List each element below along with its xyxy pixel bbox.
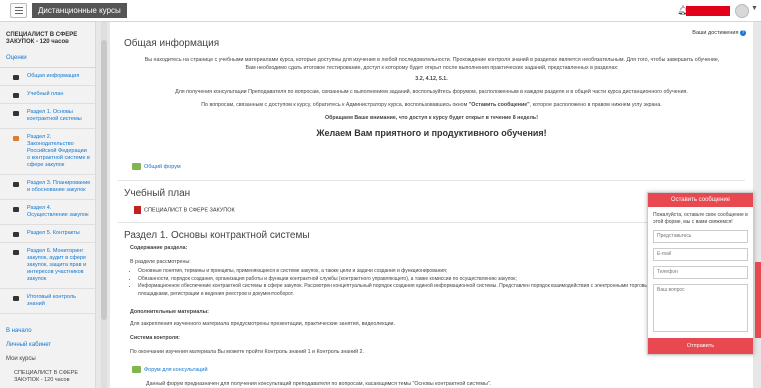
- chevron-down-icon[interactable]: ▼: [751, 5, 758, 12]
- folder-icon: [13, 250, 19, 255]
- sidebar-item-section6[interactable]: Раздел 6. Мониторинг закупок, аудит в сф…: [0, 243, 95, 289]
- site-name-link[interactable]: Дистанционные курсы: [32, 3, 127, 18]
- sections-reference: 3.2, 4.12, 5.1.: [415, 76, 448, 82]
- progress-info: Ваши достижения ?: [692, 30, 746, 36]
- plan-file-link[interactable]: СПЕЦИАЛИСТ В СФЕРЕ ЗАКУПОК: [134, 206, 235, 214]
- progress-label: Ваши достижения: [692, 30, 739, 36]
- user-name[interactable]: [686, 6, 730, 16]
- email-field[interactable]: E-mail: [653, 248, 748, 261]
- extra-materials-text: Для закрепления изученного материала пре…: [130, 321, 395, 327]
- send-button[interactable]: Отправить: [648, 338, 753, 354]
- sidebar-home-link[interactable]: В начало: [0, 324, 95, 338]
- wish-text: Желаем Вам приятного и продуктивного обу…: [316, 128, 547, 138]
- sidebar-item-final-test[interactable]: Итоговый контроль знаний: [0, 289, 95, 314]
- folder-icon: [13, 182, 19, 187]
- general-forum-link[interactable]: Общий форум: [132, 163, 181, 170]
- sidebar-item-label: Итоговый контроль знаний: [27, 294, 77, 307]
- sidebar-dashboard-link[interactable]: Личный кабинет: [0, 338, 95, 352]
- divider: [118, 180, 745, 181]
- folder-icon: [13, 207, 19, 212]
- feedback-side-tab[interactable]: [755, 262, 761, 338]
- forum-icon: [132, 163, 141, 170]
- sidebar-item-section1[interactable]: Раздел 1. Основы контрактной системы: [0, 104, 95, 129]
- folder-icon: [13, 93, 19, 98]
- folder-icon: [13, 111, 19, 116]
- folder-icon: [13, 232, 19, 237]
- avatar[interactable]: [735, 4, 749, 18]
- sidebar-item-label: Раздел 1. Основы контрактной системы: [27, 109, 82, 122]
- topics-list: Основные понятия, термины и принципы, пр…: [138, 268, 658, 298]
- control-label: Система контроля:: [130, 335, 180, 341]
- sidebar-course-title[interactable]: СПЕЦИАЛИСТ В СФЕРЕ ЗАКУПОК - 120 часов: [0, 22, 90, 46]
- sidebar-item-section3[interactable]: Раздел 3. Планирование и обоснование зак…: [0, 175, 95, 200]
- section-heading-plan: Учебный план: [124, 188, 191, 199]
- access-notice: Обращаем Ваше внимание, что доступ к кур…: [325, 115, 538, 121]
- section-heading-general: Общая информация: [124, 38, 220, 49]
- forum-icon: [132, 366, 141, 373]
- general-paragraph-1: Вы находитесь на странице с учебными мат…: [144, 57, 720, 71]
- phone-field[interactable]: Телефон: [653, 266, 748, 279]
- sidebar-item-label: Учебный план: [27, 91, 64, 97]
- general-paragraph-2: Для получения консультации Преподавателя…: [175, 89, 688, 95]
- sidebar-item-section2[interactable]: Раздел 2. Законодательство Российской Фе…: [0, 129, 95, 175]
- pdf-icon: [134, 206, 141, 214]
- widget-title[interactable]: Оставить сообщение: [648, 193, 753, 207]
- folder-icon: [13, 75, 19, 80]
- sidebar-item-section4[interactable]: Раздел 4. Осуществление закупок: [0, 200, 95, 225]
- sidebar-item-section5[interactable]: Раздел 5. Контракты: [0, 225, 95, 243]
- leave-message-widget: Оставить сообщение Пожалуйста, оставьте …: [647, 192, 754, 355]
- presentation-icon: [13, 136, 19, 141]
- course-nav-sidebar: СПЕЦИАЛИСТ В СФЕРЕ ЗАКУПОК - 120 часов О…: [0, 22, 96, 388]
- sidebar-scrollbar-thumb[interactable]: [101, 40, 107, 320]
- general-paragraph-3: По вопросам, связанным с доступом к курс…: [201, 102, 662, 108]
- list-item: Информационное обеспечение контрактной с…: [138, 283, 658, 298]
- sidebar-item-plan[interactable]: Учебный план: [0, 86, 95, 104]
- section-intro: В разделе рассмотрены:: [130, 259, 191, 265]
- sidebar-item-label: Раздел 4. Осуществление закупок: [27, 205, 89, 218]
- sidebar-item-label: Раздел 3. Планирование и обоснование зак…: [27, 180, 91, 193]
- menu-toggle-button[interactable]: [10, 3, 27, 18]
- sidebar-my-courses-link[interactable]: Мои курсы: [0, 352, 95, 366]
- folder-icon: [13, 296, 19, 301]
- section-heading-section1: Раздел 1. Основы контрактной системы: [124, 230, 310, 241]
- section1-forum-link[interactable]: Форум для консультаций: [132, 366, 208, 373]
- list-item: Основные понятия, термины и принципы, пр…: [138, 268, 658, 276]
- name-field[interactable]: Представьтесь: [653, 230, 748, 243]
- control-text: По окончании изучения материала Вы может…: [130, 349, 364, 355]
- sidebar-item-label: Раздел 2. Законодательство Российской Фе…: [27, 134, 90, 168]
- widget-intro: Пожалуйста, оставьте свое сообщение в эт…: [653, 212, 748, 225]
- sidebar-grades-link[interactable]: Оценки: [0, 46, 95, 61]
- sidebar-item-label: Раздел 6. Мониторинг закупок, аудит в сф…: [27, 248, 87, 282]
- content-label: Содержание раздела:: [130, 245, 188, 251]
- sidebar-item-label: Раздел 5. Контракты: [27, 230, 80, 236]
- sidebar-item-general[interactable]: Общая информация: [0, 68, 95, 86]
- message-field[interactable]: Ваш вопрос: [653, 284, 748, 332]
- sidebar-current-course-link[interactable]: СПЕЦИАЛИСТ В СФЕРЕ ЗАКУПОК - 120 часов: [0, 366, 95, 388]
- top-navbar: Дистанционные курсы 🔔︎ ▼: [0, 0, 761, 22]
- forum-note: Данный форум предназначен для получения …: [146, 381, 492, 387]
- list-item: Обязанности, порядок создания, организац…: [138, 276, 658, 284]
- extra-materials-label: Дополнительные материалы:: [130, 309, 209, 315]
- help-icon[interactable]: ?: [740, 30, 746, 36]
- sidebar-item-label: Общая информация: [27, 73, 80, 79]
